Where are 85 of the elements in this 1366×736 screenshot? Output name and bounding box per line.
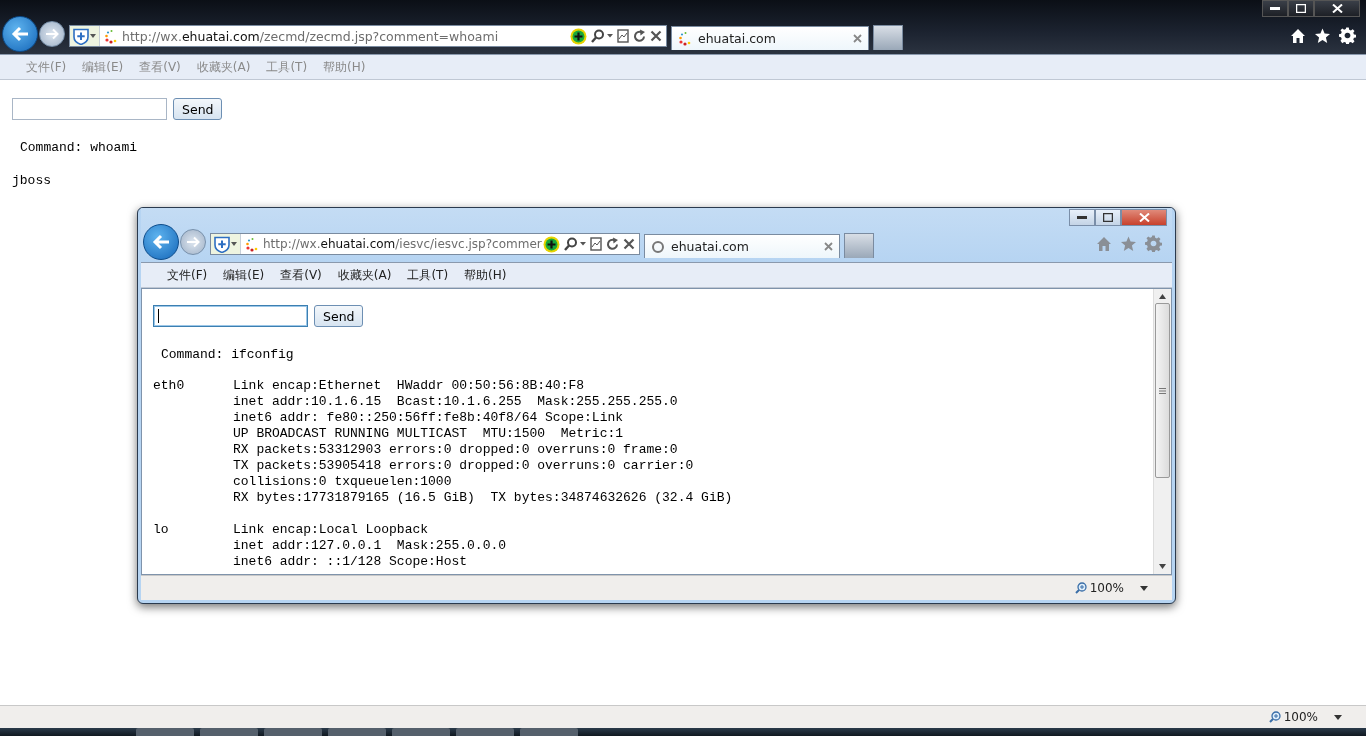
- command-text: Command: ifconfig: [161, 347, 295, 362]
- zoom-icon[interactable]: [1268, 711, 1281, 723]
- compatibility-icon[interactable]: [590, 237, 602, 251]
- output-line: inet addr:127.0.0.1 Mask:255.0.0.0: [233, 538, 508, 554]
- address-text: http://wx.ehuatai.com/iesvc/iesvc.jsp?commer: [263, 237, 543, 251]
- zoom-level[interactable]: 100%: [1089, 581, 1124, 595]
- dropdown-icon[interactable]: [1140, 585, 1148, 591]
- zoom-icon[interactable]: [1074, 582, 1087, 594]
- home-icon[interactable]: [1290, 27, 1306, 44]
- plus-icon[interactable]: [543, 235, 560, 253]
- minimize-icon: [1077, 215, 1087, 220]
- scroll-thumb[interactable]: [1155, 303, 1170, 478]
- menu-item[interactable]: 收藏夹(A): [329, 266, 400, 284]
- command-field[interactable]: [153, 305, 308, 327]
- output-line: inet6 addr: fe80::250:56ff:fe8b:40f8/64 Scope:Link: [233, 410, 625, 426]
- menu-item[interactable]: 编辑(E): [215, 266, 273, 284]
- forward-button[interactable]: [39, 21, 65, 47]
- forward-arrow-icon: [186, 236, 200, 248]
- address-bar[interactable]: http://wx.ehuatai.com/zecmd/zecmd.jsp?comment=whoami: [69, 25, 667, 47]
- dropdown-icon[interactable]: [1334, 714, 1342, 720]
- favicon-icon: [678, 31, 692, 46]
- address-text: http://wx.ehuatai.com/zecmd/zecmd.jsp?comment=whoami: [122, 28, 500, 44]
- menu-item[interactable]: 文件(F): [159, 266, 216, 284]
- loading-icon: [651, 239, 665, 254]
- command-result: jboss: [12, 173, 52, 188]
- minimize-button[interactable]: [1262, 0, 1288, 17]
- output-line: TX packets:53905418 errors:0 dropped:0 overruns:0 carrier:0: [233, 458, 695, 474]
- zoom-level[interactable]: 100%: [1283, 710, 1318, 724]
- grip-icon: [1159, 387, 1166, 394]
- new-tab-button[interactable]: [873, 25, 903, 50]
- restore-button[interactable]: [1095, 209, 1121, 226]
- refresh-icon[interactable]: [633, 29, 646, 43]
- scrollbar[interactable]: [1153, 289, 1171, 574]
- back-arrow-icon: [11, 26, 29, 42]
- plus-icon[interactable]: [570, 27, 587, 45]
- restore-button[interactable]: [1288, 0, 1314, 17]
- close-tab-icon[interactable]: [853, 34, 862, 43]
- interface-name: lo: [153, 522, 170, 539]
- back-arrow-icon: [152, 234, 170, 250]
- output-line: collisions:0 txqueuelen:1000: [233, 474, 453, 490]
- favicon-icon: [245, 236, 259, 252]
- refresh-icon[interactable]: [606, 237, 619, 251]
- output-line: inet6 addr: ::1/128 Scope:Host: [233, 554, 469, 570]
- close-icon: [1138, 213, 1150, 222]
- favicon-icon: [104, 28, 118, 44]
- star-icon[interactable]: [1314, 27, 1331, 44]
- minimize-icon: [1270, 6, 1280, 11]
- close-button[interactable]: [1314, 0, 1360, 17]
- close-tab-icon[interactable]: [824, 242, 833, 251]
- send-button[interactable]: Send: [173, 98, 223, 120]
- stop-icon[interactable]: [650, 30, 662, 42]
- send-button[interactable]: Send: [314, 305, 364, 327]
- settings-icon[interactable]: [1339, 27, 1356, 44]
- output-line: inet addr:10.1.6.15 Bcast:10.1.6.255 Mask:255.255.255.0: [233, 394, 679, 410]
- address-bar[interactable]: http://wx.ehuatai.com/iesvc/iesvc.jsp?commer: [210, 233, 640, 255]
- menu-item[interactable]: 帮助(H): [456, 266, 515, 284]
- search-icon[interactable]: [564, 237, 586, 251]
- search-icon[interactable]: [591, 29, 613, 43]
- menu-item[interactable]: 工具(T): [399, 266, 457, 284]
- back-button[interactable]: [2, 16, 38, 52]
- output-line: RX packets:53312903 errors:0 dropped:0 overruns:0 frame:0: [233, 442, 679, 458]
- output-line: Link encap:Local Loopback: [233, 522, 430, 538]
- star-icon[interactable]: [1120, 235, 1137, 252]
- new-tab-button[interactable]: [844, 233, 874, 258]
- interface-name: eth0: [153, 378, 186, 395]
- minimize-button[interactable]: [1069, 209, 1095, 226]
- command-field[interactable]: [12, 98, 167, 120]
- restore-icon: [1296, 4, 1306, 13]
- output-line: Link encap:Ethernet HWaddr 00:50:56:8B:40:F8: [233, 378, 586, 394]
- shield-plus-icon[interactable]: [70, 26, 100, 46]
- scroll-down-icon[interactable]: [1159, 564, 1166, 569]
- output-line: UP BROADCAST RUNNING MULTICAST MTU:1500 Metric:1: [233, 426, 625, 442]
- back-button[interactable]: [143, 224, 179, 260]
- output-line: RX bytes:17731879165 (16.5 GiB) TX bytes:34874632626 (32.4 GiB): [233, 490, 734, 506]
- close-icon: [1331, 4, 1343, 13]
- forward-arrow-icon: [45, 28, 59, 40]
- command-text: Command: whoami: [20, 140, 139, 155]
- browser-tab[interactable]: ehuatai.com: [644, 234, 840, 258]
- restore-icon: [1103, 213, 1113, 222]
- scroll-up-icon[interactable]: [1159, 294, 1166, 299]
- menu-item[interactable]: 查看(V): [272, 266, 330, 284]
- compatibility-icon[interactable]: [617, 29, 629, 43]
- shield-plus-icon[interactable]: [211, 234, 241, 254]
- browser-tab[interactable]: ehuatai.com: [671, 26, 869, 50]
- stop-icon[interactable]: [623, 238, 635, 250]
